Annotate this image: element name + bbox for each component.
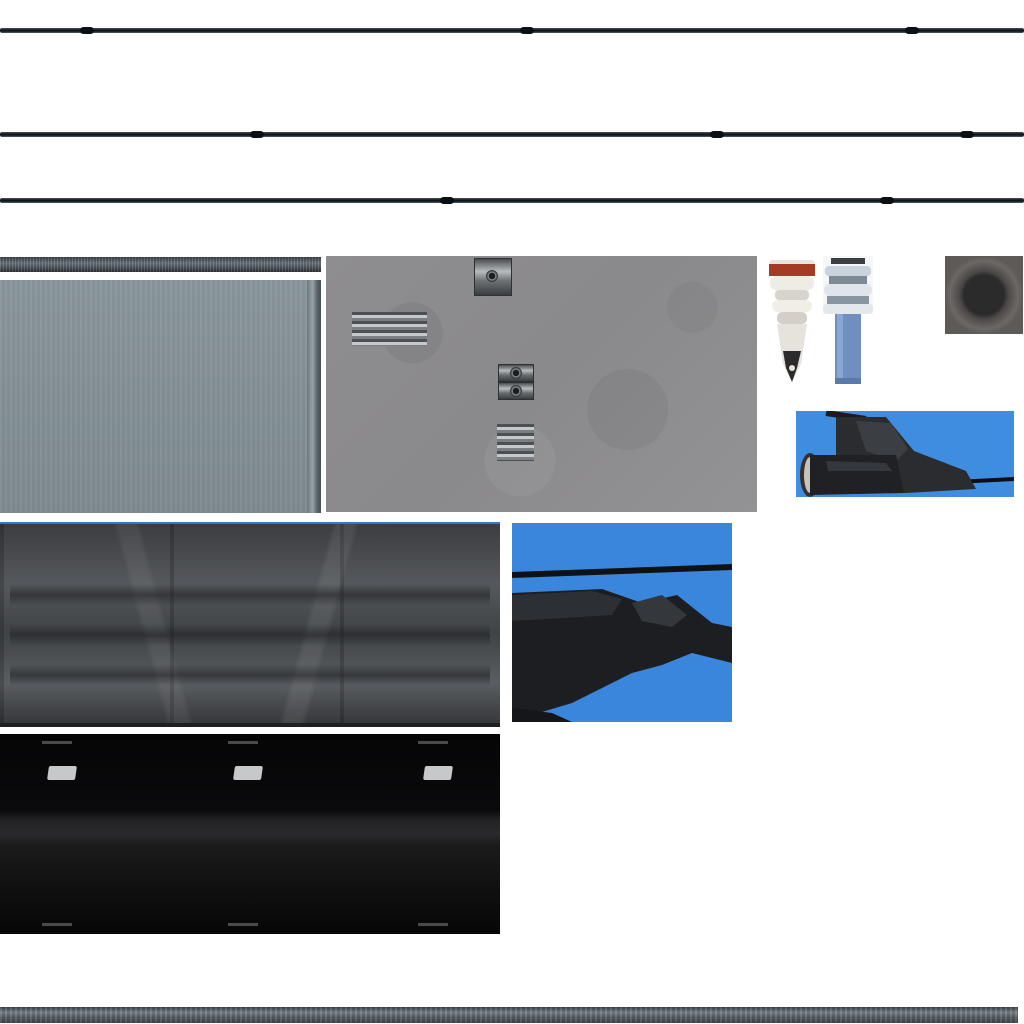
cable-splice [520, 27, 534, 34]
panel-edge [307, 280, 321, 513]
ribbed-clamp [497, 424, 534, 461]
bolt-icon [510, 385, 522, 397]
power-cable-1 [0, 27, 1024, 34]
cable-sleeve-icon [512, 564, 732, 722]
strip-mark [42, 923, 72, 926]
cable-splice [250, 131, 264, 138]
dark-disc-texture [945, 256, 1023, 334]
strip-mark [418, 741, 448, 744]
strip-mark [42, 741, 72, 744]
power-cable-2 [0, 131, 1024, 138]
grey-metal-panel-texture [0, 280, 321, 513]
cable-splice [710, 131, 724, 138]
bolt-plate [474, 258, 512, 296]
bottom-steel-bar-texture [0, 1007, 1018, 1023]
cable-sleeve-icon [800, 411, 1014, 497]
cable-splice [880, 197, 894, 204]
steel-strip-texture [0, 257, 321, 272]
bolt-plate [498, 364, 534, 382]
cable-splice [440, 197, 454, 204]
sheet-fold [10, 584, 490, 606]
strip-clip [233, 766, 263, 780]
strip-mark [418, 923, 448, 926]
wrapped-sheet-texture [0, 522, 500, 727]
cable-splice [905, 27, 919, 34]
cable-splice [960, 131, 974, 138]
bolt-icon [486, 270, 498, 282]
sheet-fold [10, 624, 490, 646]
sheet-fold [10, 664, 490, 686]
strip-mark [228, 741, 258, 744]
cable-splice [80, 27, 94, 34]
bolt-icon [510, 367, 522, 379]
insulator-icon [823, 256, 873, 384]
ribbed-bracket [352, 312, 427, 346]
bolt-plate [498, 382, 534, 400]
concrete-texture [326, 256, 757, 512]
strip-mark [228, 923, 258, 926]
power-cable-3 [0, 197, 1024, 204]
black-rubber-strip-texture [0, 734, 500, 934]
insulator-icon [767, 256, 817, 384]
strip-clip [47, 766, 77, 780]
cable-sleeve-photo-large [512, 523, 732, 722]
strip-clip [423, 766, 453, 780]
cable-sleeve-photo-small [796, 411, 1014, 497]
